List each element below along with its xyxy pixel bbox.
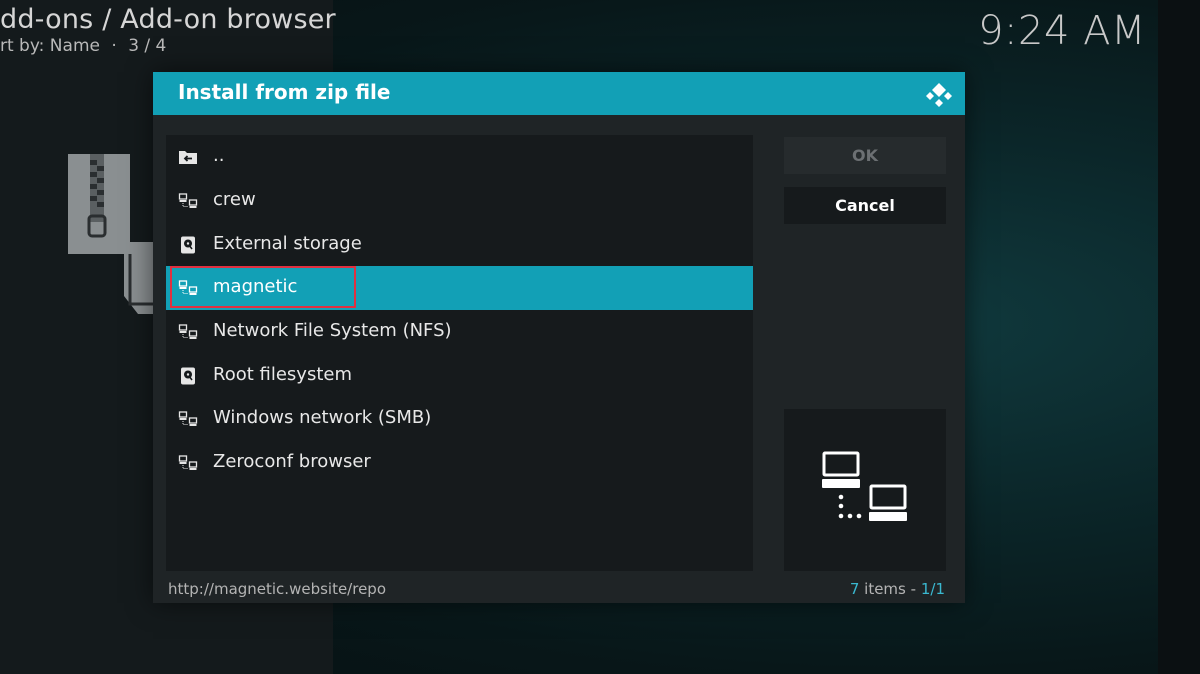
list-item-external-storage[interactable]: External storage	[166, 223, 753, 267]
list-item-label: External storage	[213, 233, 362, 254]
network-computers-icon	[822, 451, 907, 521]
list-item-label: Root filesystem	[213, 364, 352, 385]
list-item-nfs[interactable]: Network File System (NFS)	[166, 310, 753, 354]
sort-label: rt by: Name	[0, 36, 100, 56]
page-position: 3 / 4	[128, 36, 167, 56]
item-count-separator: -	[910, 580, 917, 598]
network-icon	[178, 411, 198, 426]
list-item-label: magnetic	[213, 276, 298, 297]
list-item-smb[interactable]: Windows network (SMB)	[166, 397, 753, 441]
network-icon	[178, 193, 198, 208]
item-count-number: 7	[849, 580, 860, 598]
hard-drive-icon	[181, 236, 195, 254]
page-indicator: 1/1	[920, 580, 945, 598]
background-right-edge	[1158, 0, 1200, 674]
dialog-header: Install from zip file	[153, 72, 965, 115]
install-zip-dialog: Install from zip file .. crew External s…	[153, 72, 965, 603]
page-title: dd-ons / Add-on browser	[0, 4, 336, 35]
list-item-label: ..	[213, 145, 225, 166]
network-icon	[178, 280, 198, 295]
sort-separator: ·	[111, 36, 117, 56]
list-item-parent[interactable]: ..	[166, 135, 753, 179]
clock: 9:24 AM	[978, 8, 1146, 54]
dialog-title: Install from zip file	[178, 80, 391, 104]
list-item-label: crew	[213, 189, 256, 210]
cancel-button[interactable]: Cancel	[784, 187, 946, 224]
list-item-root-filesystem[interactable]: Root filesystem	[166, 354, 753, 398]
list-item-zeroconf[interactable]: Zeroconf browser	[166, 441, 753, 485]
file-source-list[interactable]: .. crew External storage magnetic Networ…	[166, 135, 753, 571]
list-item-label: Network File System (NFS)	[213, 320, 452, 341]
item-count: 7 items - 1/1	[850, 580, 945, 598]
network-icon	[178, 324, 198, 339]
list-item-crew[interactable]: crew	[166, 179, 753, 223]
list-item-label: Zeroconf browser	[213, 451, 371, 472]
item-count-label: items	[864, 580, 906, 598]
sort-info: rt by: Name · 3 / 4	[0, 36, 166, 56]
kodi-screen: dd-ons / Add-on browser rt by: Name · 3 …	[0, 0, 1200, 674]
preview-thumbnail	[784, 409, 946, 571]
list-item-magnetic[interactable]: magnetic	[166, 266, 753, 310]
kodi-logo-icon	[926, 83, 952, 107]
network-icon	[178, 455, 198, 470]
list-item-label: Windows network (SMB)	[213, 407, 432, 428]
ok-button[interactable]: OK	[784, 137, 946, 174]
current-path: http://magnetic.website/repo	[168, 580, 387, 598]
hard-drive-icon	[181, 367, 195, 385]
folder-back-icon	[179, 151, 197, 164]
